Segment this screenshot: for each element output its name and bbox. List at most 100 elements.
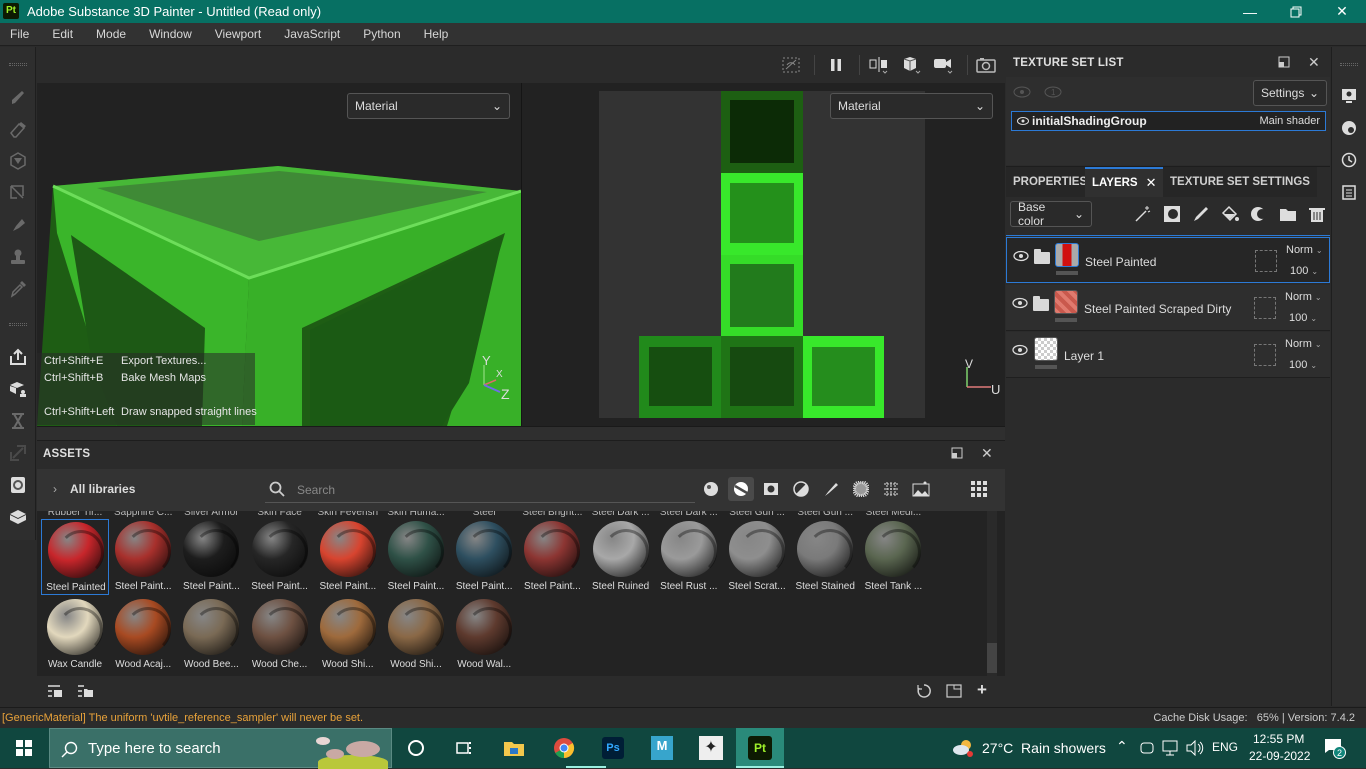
layer-row[interactable]: Steel Painted Norm ⌄ 100 ⌄ — [1006, 237, 1330, 283]
clock-date[interactable]: 22-09-2022 — [1249, 749, 1310, 763]
load-query-button[interactable] — [77, 684, 93, 701]
texture-set-item[interactable]: initialShadingGroup Main shader — [1011, 111, 1326, 131]
blend-mode-select[interactable]: Norm ⌄ — [1286, 244, 1323, 256]
scrollbar[interactable] — [987, 511, 997, 676]
panel-splitter[interactable] — [37, 426, 1005, 440]
asset-item[interactable]: Steel Paint... — [177, 519, 245, 595]
asset-item[interactable]: Steel Scrat... — [723, 519, 791, 595]
new-library-button[interactable] — [946, 683, 962, 702]
settings-dropdown[interactable]: Settings ⌄ — [1253, 80, 1327, 106]
tab-texture-set-settings[interactable]: TEXTURE SET SETTINGS — [1163, 167, 1317, 197]
hide-ui-button[interactable] — [780, 55, 802, 75]
asset-item[interactable]: Steel Tank ... — [859, 519, 927, 595]
filter-grunges[interactable] — [788, 477, 814, 501]
asset-item[interactable]: Steel Rust ... — [655, 519, 723, 595]
asset-item[interactable]: Steel Ruined — [587, 519, 655, 595]
add-button[interactable]: + — [977, 680, 987, 700]
layer-name[interactable]: Layer 1 — [1064, 349, 1104, 363]
opacity-select[interactable]: 100 ⌄ — [1290, 265, 1318, 277]
log-panel-button[interactable] — [1340, 183, 1358, 201]
tab-properties[interactable]: PROPERTIES — [1006, 167, 1095, 197]
file-explorer-button[interactable] — [500, 734, 528, 762]
add-smart-material-icon[interactable] — [1250, 205, 1268, 223]
asset-item[interactable]: Wood Bee... — [177, 597, 245, 673]
paint-tool[interactable] — [8, 87, 28, 107]
volume-icon[interactable] — [1186, 740, 1204, 756]
mesh-button[interactable] — [8, 507, 28, 527]
menu-edit[interactable]: Edit — [44, 27, 81, 41]
layer-name[interactable]: Steel Painted — [1085, 255, 1156, 269]
close-button[interactable]: ✕ — [1319, 0, 1365, 23]
toolbar-grip[interactable] — [1340, 63, 1358, 66]
pause-button[interactable] — [825, 55, 847, 75]
asset-item[interactable]: Steel Paint... — [109, 519, 177, 595]
viewport-2d[interactable]: Material ⌄ V U — [522, 83, 1005, 426]
asset-item[interactable]: Steel Paint... — [382, 519, 450, 595]
chevron-right-icon[interactable]: › — [53, 482, 57, 496]
filter-smart-materials[interactable] — [728, 477, 754, 501]
polygon-fill-tool[interactable] — [8, 183, 28, 203]
toolbar-grip[interactable] — [9, 63, 27, 66]
history-button[interactable] — [8, 411, 28, 431]
screenshot-button[interactable] — [975, 55, 997, 75]
visibility-eye-icon[interactable] — [1012, 296, 1028, 310]
library-selector[interactable]: All libraries — [70, 482, 135, 496]
asset-item[interactable]: Steel Paint... — [450, 519, 518, 595]
mask-slot[interactable] — [1255, 250, 1277, 272]
view-mode-button[interactable] — [966, 477, 992, 501]
menu-file[interactable]: File — [2, 27, 37, 41]
filter-alphas[interactable] — [758, 477, 784, 501]
blend-mode-select[interactable]: Norm ⌄ — [1285, 291, 1322, 303]
asset-item[interactable]: Wood Shi... — [382, 597, 450, 673]
resize-button[interactable] — [8, 443, 28, 463]
show-hidden-icons[interactable]: ⌃ — [1116, 738, 1128, 755]
asset-item[interactable]: Wood Shi... — [314, 597, 382, 673]
display-mode-button[interactable] — [901, 55, 923, 75]
weather-text[interactable]: 27°C Rain showers — [982, 740, 1106, 756]
maya-button[interactable]: M — [648, 734, 676, 762]
taskbar-search[interactable]: Type here to search — [49, 728, 392, 769]
asset-item[interactable]: Wood Che... — [246, 597, 314, 673]
export-button[interactable] — [8, 347, 28, 367]
clock-time[interactable]: 12:55 PM — [1253, 732, 1304, 746]
asset-item[interactable]: Wood Wal... — [450, 597, 518, 673]
asset-item[interactable]: Steel Painted — [41, 519, 109, 595]
close-panel-button[interactable]: ✕ — [981, 445, 993, 462]
camera-button[interactable] — [933, 55, 955, 75]
filter-brushes[interactable] — [818, 477, 844, 501]
menu-help[interactable]: Help — [416, 27, 457, 41]
asset-item[interactable]: Wood Acaj... — [109, 597, 177, 673]
add-folder-icon[interactable] — [1279, 205, 1297, 223]
refresh-button[interactable] — [916, 683, 932, 702]
start-button[interactable] — [10, 734, 38, 762]
asset-item[interactable]: Wax Candle — [41, 597, 109, 673]
layer-name[interactable]: Steel Painted Scraped Dirty — [1084, 302, 1231, 316]
add-mask-icon[interactable] — [1163, 205, 1181, 223]
layer-row[interactable]: Steel Painted Scraped Dirty Norm ⌄ 100 ⌄ — [1006, 285, 1330, 331]
scrollbar-thumb[interactable] — [987, 643, 997, 673]
task-view-button[interactable] — [450, 734, 478, 762]
delete-icon[interactable] — [1308, 205, 1326, 223]
toolbar-grip[interactable] — [9, 323, 27, 326]
asset-item[interactable]: Steel Stained — [791, 519, 859, 595]
filter-environments[interactable] — [908, 477, 934, 501]
visibility-eye-icon[interactable] — [1013, 249, 1029, 263]
minimize-button[interactable]: — — [1227, 0, 1273, 23]
display-settings-button[interactable] — [1340, 87, 1358, 105]
menu-python[interactable]: Python — [355, 27, 408, 41]
menu-window[interactable]: Window — [141, 27, 200, 41]
layer-row[interactable]: Layer 1 Norm ⌄ 100 ⌄ — [1006, 332, 1330, 378]
bake-button[interactable] — [8, 379, 28, 399]
clone-tool[interactable] — [8, 247, 28, 267]
smudge-tool[interactable] — [8, 215, 28, 235]
float-panel-button[interactable] — [951, 447, 963, 462]
channel-select-2d[interactable]: Material ⌄ — [830, 93, 993, 119]
channel-select-3d[interactable]: Material ⌄ — [347, 93, 510, 119]
filter-procedurals[interactable] — [878, 477, 904, 501]
asset-item[interactable]: Steel Paint... — [518, 519, 586, 595]
uv-tile-toggle[interactable]: 1 — [1044, 85, 1062, 102]
float-panel-button[interactable] — [1278, 56, 1290, 68]
visibility-eye-icon[interactable] — [1012, 343, 1028, 357]
search-input[interactable]: Search — [265, 477, 695, 503]
photoshop-button[interactable]: Ps — [599, 734, 627, 762]
